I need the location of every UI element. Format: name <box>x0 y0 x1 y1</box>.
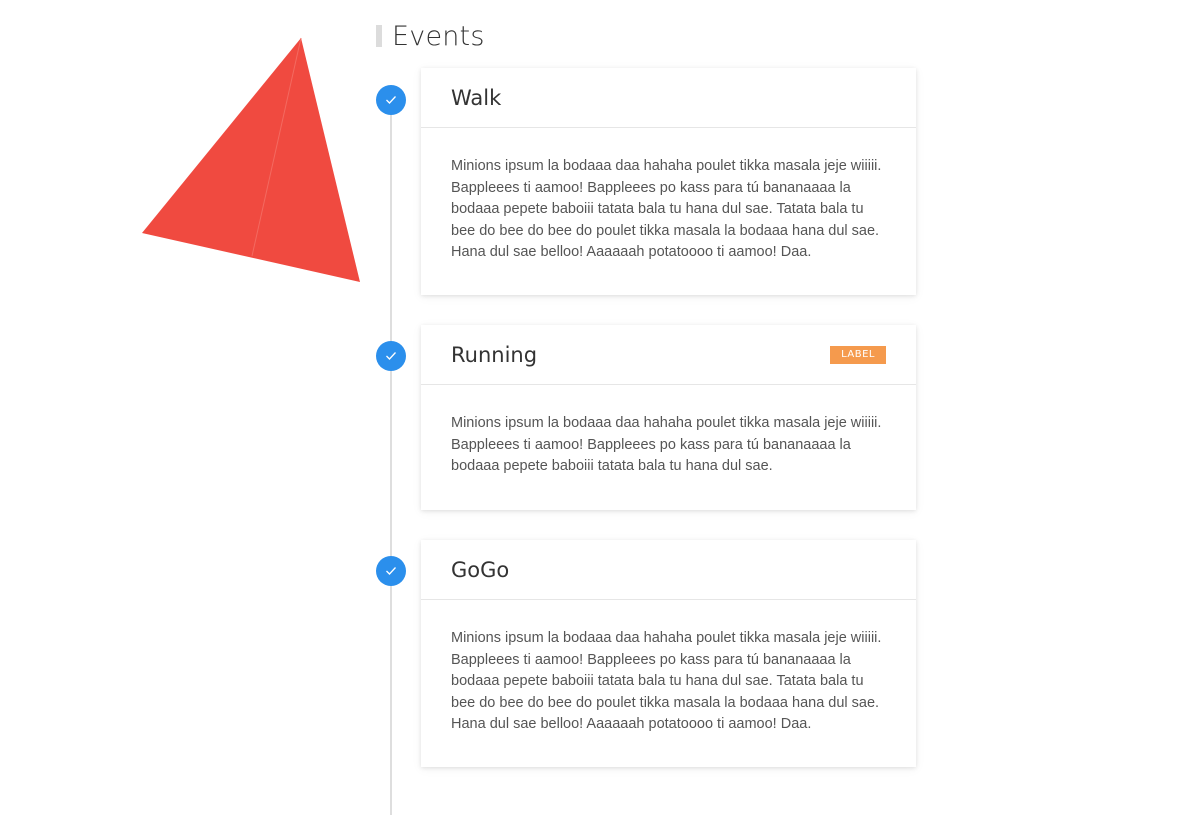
timeline-dot-running <box>376 341 406 371</box>
check-icon <box>386 96 396 104</box>
event-card-header: Running LABEL <box>421 325 916 385</box>
events-header: Events <box>376 18 485 54</box>
header-accent-bar <box>376 25 382 47</box>
event-title: Walk <box>451 85 502 110</box>
timeline-dot-walk <box>376 85 406 115</box>
event-card-header: GoGo <box>421 540 916 600</box>
timeline-dot-gogo <box>376 556 406 586</box>
event-description: Minions ipsum la bodaaa daa hahaha poule… <box>451 415 882 474</box>
event-description: Minions ipsum la bodaaa daa hahaha poule… <box>451 630 882 732</box>
event-title: GoGo <box>451 557 510 582</box>
check-icon <box>386 567 396 575</box>
event-title: Running <box>451 342 538 367</box>
event-card-walk: Walk Minions ipsum la bodaaa daa hahaha … <box>421 68 916 295</box>
event-card-gogo: GoGo Minions ipsum la bodaaa daa hahaha … <box>421 540 916 767</box>
event-card-body: Minions ipsum la bodaaa daa hahaha poule… <box>421 128 916 294</box>
event-label-badge: LABEL <box>830 345 886 364</box>
timeline-line <box>390 110 392 815</box>
event-card-body: Minions ipsum la bodaaa daa hahaha poule… <box>421 600 916 766</box>
event-card-running: Running LABEL Minions ipsum la bodaaa da… <box>421 325 916 510</box>
page-title: Events <box>392 20 485 52</box>
event-card-header: Walk <box>421 68 916 128</box>
event-card-body: Minions ipsum la bodaaa daa hahaha poule… <box>421 385 916 508</box>
event-description: Minions ipsum la bodaaa daa hahaha poule… <box>451 158 882 260</box>
decorative-triangle <box>142 37 360 282</box>
check-icon <box>386 352 396 360</box>
